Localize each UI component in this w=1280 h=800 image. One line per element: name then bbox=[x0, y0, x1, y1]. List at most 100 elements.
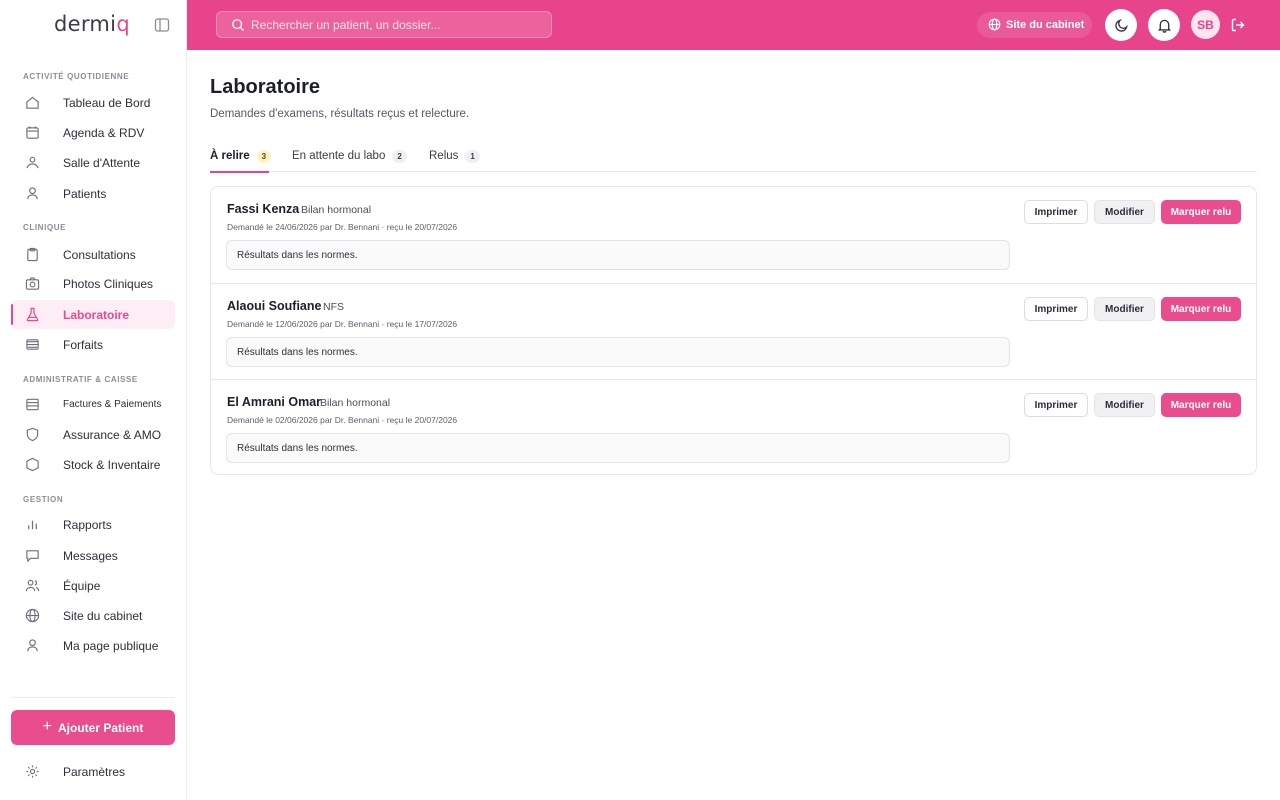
request-meta: Demandé le 24/06/2026 par Dr. Bennani · … bbox=[227, 222, 458, 232]
sidebar-item-packages[interactable]: Forfaits bbox=[11, 330, 175, 359]
sidebar-item-patients[interactable]: Patients bbox=[11, 179, 175, 208]
site-link-button[interactable]: Site du cabinet bbox=[977, 12, 1092, 38]
calendar-icon bbox=[26, 126, 39, 139]
sidebar-item-waiting-room[interactable]: Salle d'Attente bbox=[11, 148, 175, 177]
moon-icon bbox=[1114, 18, 1128, 32]
notifications-button[interactable] bbox=[1148, 9, 1180, 41]
globe-icon bbox=[25, 608, 40, 623]
sidebar-item-label: Assurance & AMO bbox=[63, 427, 162, 442]
tab-reviewed[interactable]: Relus 1 bbox=[429, 140, 480, 172]
users-icon bbox=[25, 579, 40, 592]
sidebar-item-insurance[interactable]: Assurance & AMO bbox=[11, 420, 175, 449]
sidebar-item-agenda[interactable]: Agenda & RDV bbox=[11, 118, 175, 147]
lab-results-list: Fassi Kenza Bilan hormonal Demandé le 24… bbox=[210, 186, 1257, 475]
result-summary: Résultats dans les normes. bbox=[226, 240, 1010, 270]
tab-to-review[interactable]: À relire 3 bbox=[210, 140, 272, 173]
sidebar-item-invoices[interactable]: Factures & Paiements bbox=[11, 390, 175, 419]
add-patient-label: Ajouter Patient bbox=[58, 720, 144, 735]
tab-label: Relus bbox=[429, 150, 459, 162]
list-item: El Amrani Omar Bilan hormonal Demandé le… bbox=[211, 379, 1256, 475]
sidebar-item-laboratory[interactable]: Laboratoire bbox=[11, 300, 175, 329]
section-label-management: GESTION bbox=[23, 495, 64, 504]
clipboard-icon bbox=[27, 247, 38, 262]
sidebar-item-label: Agenda & RDV bbox=[63, 125, 145, 140]
sidebar-item-label: Messages bbox=[63, 548, 118, 563]
edit-button[interactable]: Modifier bbox=[1094, 393, 1155, 417]
tab-count-badge: 1 bbox=[465, 149, 480, 163]
sidebar-item-messages[interactable]: Messages bbox=[11, 541, 175, 570]
result-text: Résultats dans les normes. bbox=[237, 347, 358, 358]
avatar[interactable]: SB bbox=[1191, 10, 1220, 39]
sidebar-item-label: Laboratoire bbox=[63, 307, 130, 322]
bell-icon bbox=[1157, 19, 1171, 33]
sidebar-item-reports[interactable]: Rapports bbox=[11, 510, 175, 539]
sidebar-item-settings[interactable]: Paramètres bbox=[11, 757, 175, 786]
waiting-room-icon bbox=[26, 156, 39, 169]
sidebar-item-site[interactable]: Site du cabinet bbox=[11, 601, 175, 630]
sidebar-item-label: Stock & Inventaire bbox=[63, 457, 161, 472]
sidebar-item-public-page[interactable]: Ma page publique bbox=[11, 631, 175, 660]
print-button[interactable]: Imprimer bbox=[1024, 393, 1088, 417]
invoice-icon bbox=[26, 398, 39, 411]
sidebar-item-label: Site du cabinet bbox=[63, 608, 143, 623]
sidebar-item-label: Rapports bbox=[63, 517, 112, 532]
layers-icon bbox=[26, 339, 39, 350]
result-text: Résultats dans les normes. bbox=[237, 443, 358, 454]
sidebar-item-label: Ma page publique bbox=[63, 638, 159, 653]
request-meta: Demandé le 12/06/2026 par Dr. Bennani · … bbox=[227, 319, 458, 329]
section-label-daily: ACTIVITÉ QUOTIDIENNE bbox=[23, 72, 130, 81]
theme-toggle-button[interactable] bbox=[1105, 9, 1137, 41]
sidebar-item-label: Consultations bbox=[63, 247, 136, 262]
tab-waiting-lab[interactable]: En attente du labo 2 bbox=[292, 140, 407, 172]
edit-button[interactable]: Modifier bbox=[1094, 200, 1155, 224]
topbar: Site du cabinet SB bbox=[187, 0, 1280, 50]
sidebar: dermiq ACTIVITÉ QUOTIDIENNE Tableau de B… bbox=[0, 0, 187, 800]
sidebar-toggle-icon[interactable] bbox=[154, 17, 170, 33]
sidebar-item-dashboard[interactable]: Tableau de Bord bbox=[11, 88, 175, 117]
section-label-admin: ADMINISTRATIF & CAISSE bbox=[23, 375, 138, 384]
tab-label: En attente du labo bbox=[292, 150, 386, 162]
user-icon bbox=[27, 187, 38, 200]
main-content: Laboratoire Demandes d'examens, résultat… bbox=[187, 50, 1280, 800]
message-icon bbox=[26, 550, 39, 563]
site-link-label: Site du cabinet bbox=[1006, 19, 1085, 31]
sidebar-item-photos[interactable]: Photos Cliniques bbox=[11, 269, 175, 298]
patient-name: El Amrani Omar bbox=[227, 395, 322, 409]
home-icon bbox=[26, 96, 39, 109]
mark-read-button[interactable]: Marquer relu bbox=[1161, 393, 1241, 417]
search-icon bbox=[232, 19, 245, 32]
logo-row: dermiq bbox=[0, 0, 187, 50]
bar-chart-icon bbox=[28, 520, 37, 530]
add-patient-button[interactable]: + Ajouter Patient bbox=[11, 710, 175, 745]
edit-button[interactable]: Modifier bbox=[1094, 297, 1155, 321]
search-input[interactable] bbox=[251, 12, 541, 37]
gear-icon bbox=[26, 765, 39, 778]
search-box[interactable] bbox=[216, 11, 552, 38]
tab-count-badge: 3 bbox=[256, 149, 272, 163]
sidebar-item-stock[interactable]: Stock & Inventaire bbox=[11, 450, 175, 479]
print-button[interactable]: Imprimer bbox=[1024, 297, 1088, 321]
exam-type: Bilan hormonal bbox=[320, 397, 391, 409]
exam-type: Bilan hormonal bbox=[301, 204, 372, 216]
sidebar-item-label: Patients bbox=[63, 186, 107, 201]
mark-read-button[interactable]: Marquer relu bbox=[1161, 200, 1241, 224]
logout-icon[interactable] bbox=[1230, 17, 1246, 33]
sidebar-item-label: Factures & Paiements bbox=[63, 399, 162, 410]
app-logo[interactable]: dermiq bbox=[54, 12, 130, 36]
user-icon bbox=[27, 639, 38, 652]
sidebar-divider bbox=[11, 697, 175, 698]
sidebar-item-consultations[interactable]: Consultations bbox=[11, 240, 175, 269]
sidebar-item-label: Tableau de Bord bbox=[63, 95, 151, 110]
result-summary: Résultats dans les normes. bbox=[226, 337, 1010, 367]
page-subtitle: Demandes d'examens, résultats reçus et r… bbox=[210, 108, 470, 120]
sidebar-item-label: Salle d'Attente bbox=[63, 155, 141, 170]
print-button[interactable]: Imprimer bbox=[1024, 200, 1088, 224]
tab-label: À relire bbox=[210, 150, 250, 162]
sidebar-item-label: Forfaits bbox=[63, 337, 104, 352]
camera-icon bbox=[25, 277, 40, 290]
globe-icon bbox=[988, 18, 1001, 31]
result-summary: Résultats dans les normes. bbox=[226, 433, 1010, 463]
sidebar-item-team[interactable]: Équipe bbox=[11, 571, 175, 600]
mark-read-button[interactable]: Marquer relu bbox=[1161, 297, 1241, 321]
patient-name: Fassi Kenza bbox=[227, 202, 300, 216]
